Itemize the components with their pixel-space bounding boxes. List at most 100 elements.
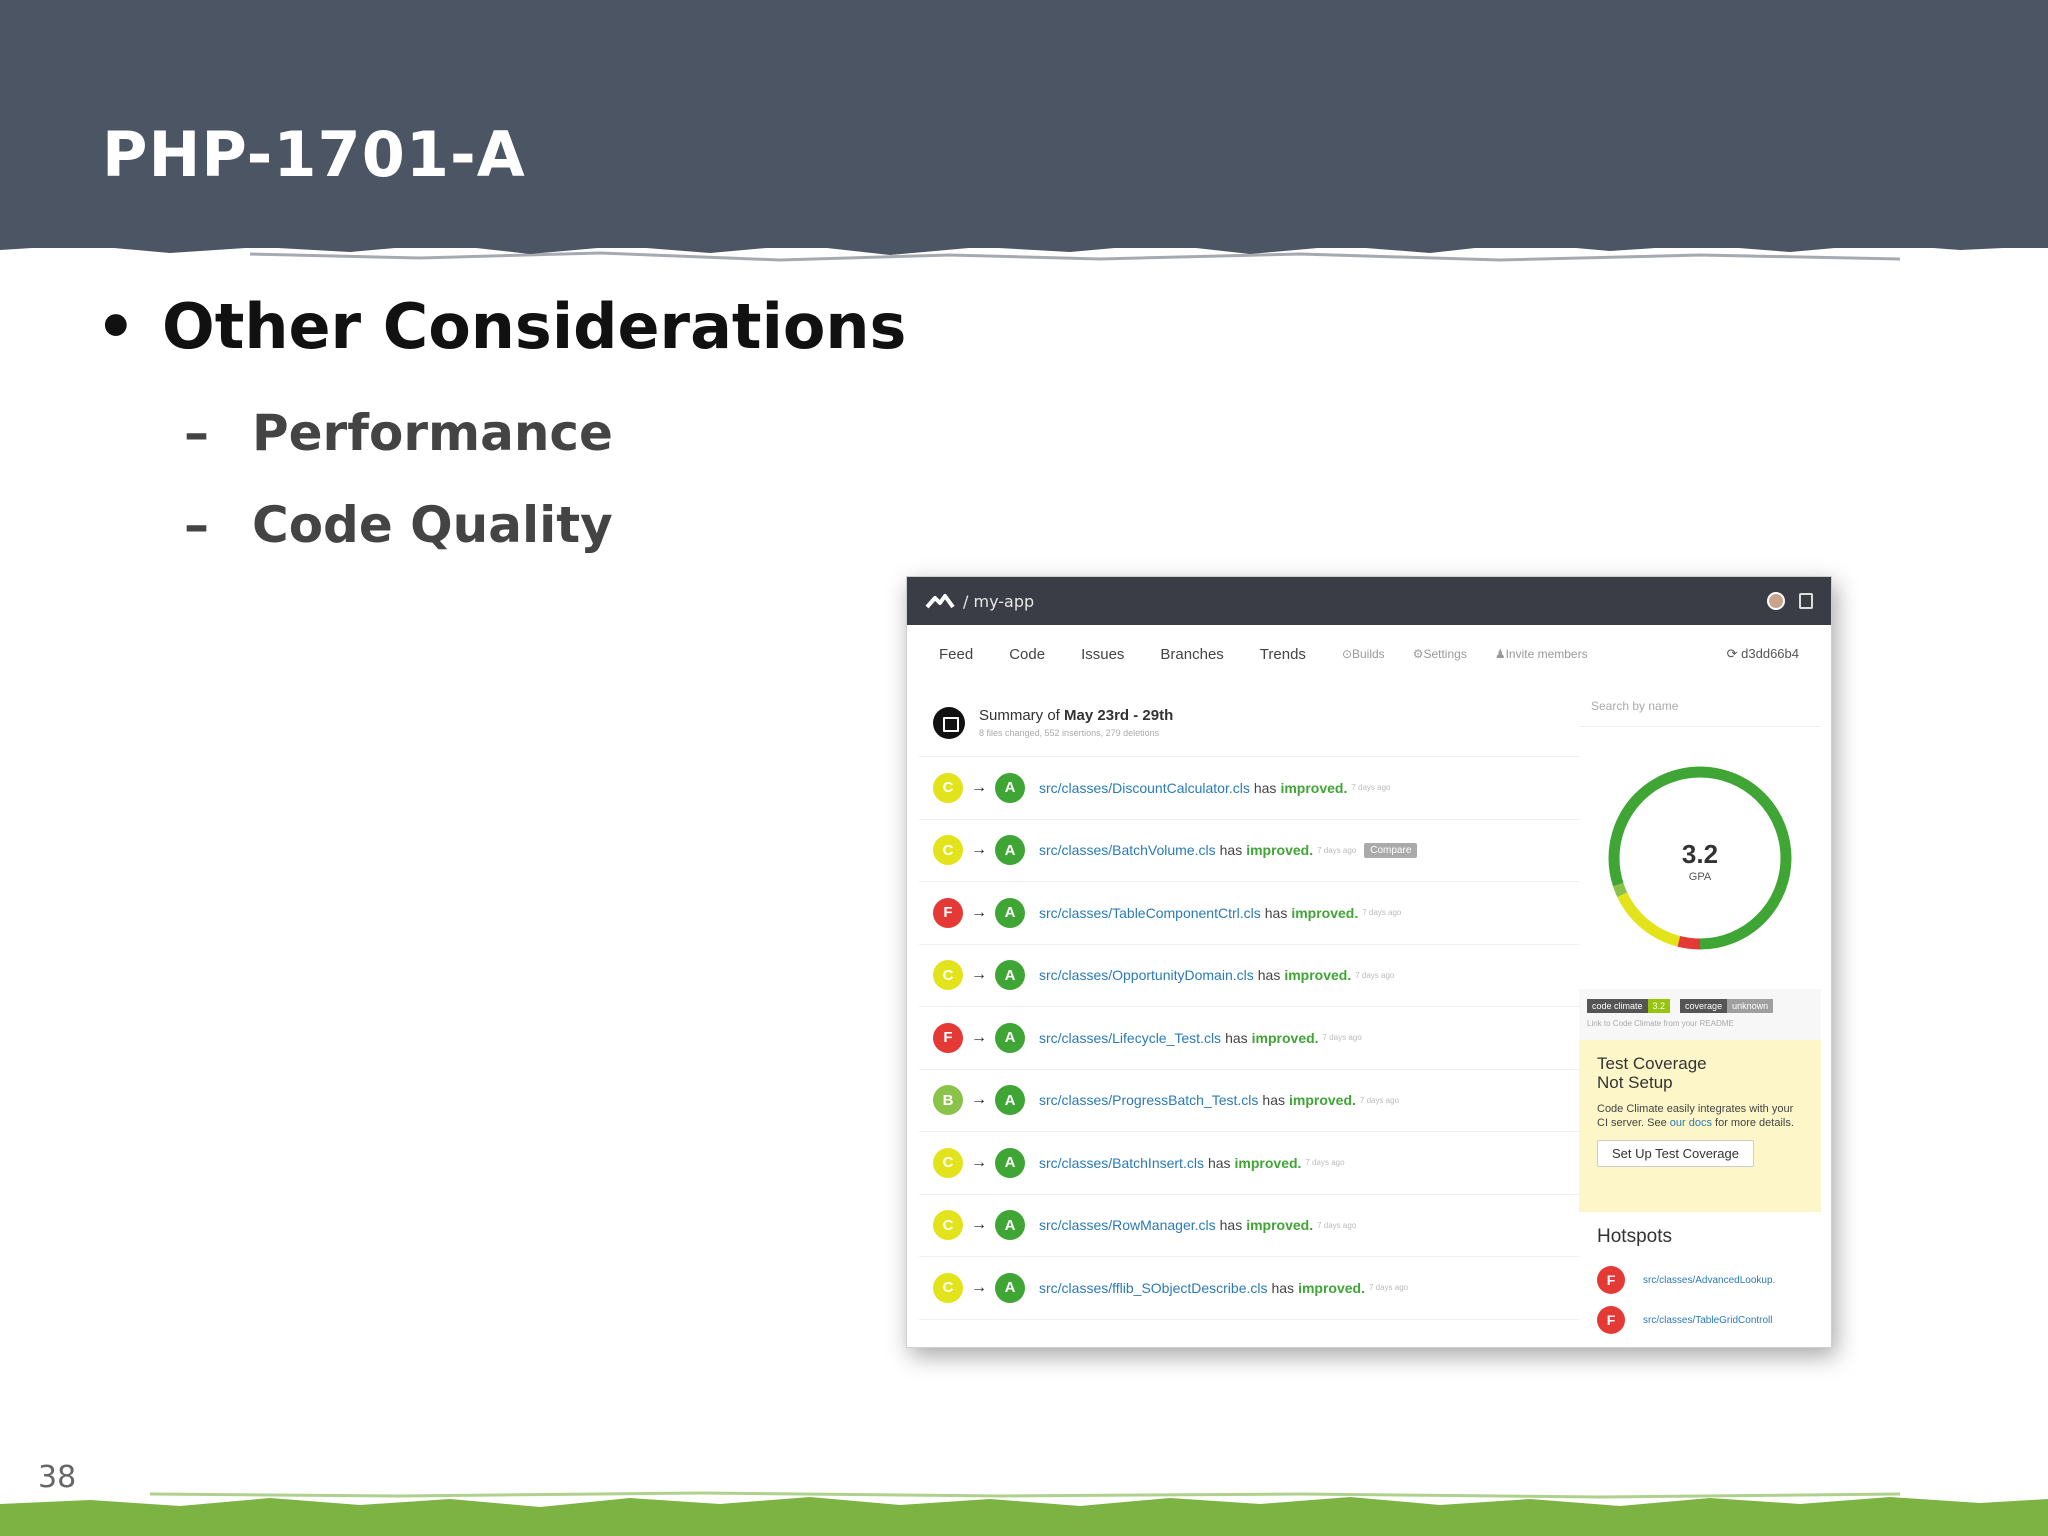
tab-branches[interactable]: Branches xyxy=(1160,646,1223,663)
hotspot-file-link[interactable]: src/classes/TableGridControll xyxy=(1643,1315,1773,1326)
grade-to-badge: A xyxy=(995,897,1025,928)
has-text: has xyxy=(1225,1029,1248,1046)
tab-builds[interactable]: ⊙Builds xyxy=(1342,647,1385,661)
commit-sha[interactable]: ⟳ d3dd66b4 xyxy=(1727,646,1799,662)
arrow-icon: → xyxy=(971,1091,987,1109)
file-link[interactable]: src/classes/DiscountCalculator.cls xyxy=(1039,780,1250,796)
tab-trends[interactable]: Trends xyxy=(1260,646,1306,663)
hotspot-row[interactable]: Fsrc/classes/TableGridControll xyxy=(1597,1306,1803,1334)
timestamp: 7 days ago xyxy=(1368,1283,1409,1293)
search-input[interactable]: Search by name xyxy=(1579,689,1821,727)
tab-feed[interactable]: Feed xyxy=(939,646,973,663)
arrow-icon: → xyxy=(971,903,987,921)
badges: code climate 3.2 coverage unknown xyxy=(1579,989,1821,1013)
feed-row[interactable]: C → Asrc/classes/BatchVolume.cls has improve… xyxy=(919,820,1579,882)
arrow-icon: → xyxy=(971,1028,987,1046)
bullet-other-considerations: • Other Considerations xyxy=(96,290,906,363)
setup-coverage-button[interactable]: Set Up Test Coverage xyxy=(1597,1140,1754,1167)
file-link[interactable]: src/classes/ProgressBatch_Test.cls xyxy=(1039,1092,1258,1108)
page-number: 38 xyxy=(38,1460,77,1495)
tab-issues[interactable]: Issues xyxy=(1081,646,1124,663)
file-link[interactable]: src/classes/BatchInsert.cls xyxy=(1039,1155,1204,1171)
grade-to-badge: A xyxy=(995,835,1025,866)
feed-row[interactable]: C → Asrc/classes/OpportunityDomain.cls has i… xyxy=(919,945,1579,1007)
file-link[interactable]: src/classes/fflib_SObjectDescribe.cls xyxy=(1039,1280,1267,1296)
status-text: improved. xyxy=(1291,904,1359,921)
subbullet-dash: – xyxy=(184,404,209,462)
feed-row[interactable]: B → Asrc/classes/ProgressBatch_Test.cls has… xyxy=(919,1070,1579,1132)
tab-settings[interactable]: ⚙Settings xyxy=(1413,647,1467,661)
has-text: has xyxy=(1219,842,1243,859)
coverage-description: Code Climate easily integrates with your… xyxy=(1597,1103,1794,1129)
hotspot-file-link[interactable]: src/classes/AdvancedLookup. xyxy=(1643,1275,1775,1286)
gpa-widget: 3.2 GPA xyxy=(1579,727,1821,989)
logout-icon[interactable] xyxy=(1799,593,1813,609)
test-coverage-panel: Test Coverage Not Setup Code Climate easi… xyxy=(1579,1040,1821,1212)
grade-to-badge: A xyxy=(995,1022,1025,1053)
feed-list: Summary of May 23rd - 29th 8 files chang… xyxy=(919,689,1579,1320)
feed-row[interactable]: F → Asrc/classes/Lifecycle_Test.cls has impr… xyxy=(919,1007,1579,1070)
grade-to-badge: A xyxy=(995,772,1025,803)
app-topbar: / my-app xyxy=(907,577,1831,625)
has-text: has xyxy=(1262,1092,1285,1109)
grade-from-badge: C xyxy=(933,1272,963,1303)
docs-link[interactable]: our docs xyxy=(1670,1117,1712,1129)
timestamp: 7 days ago xyxy=(1305,1158,1345,1168)
file-link[interactable]: src/classes/Lifecycle_Test.cls xyxy=(1039,1030,1221,1046)
timestamp: 7 days ago xyxy=(1351,783,1391,793)
file-link[interactable]: src/classes/RowManager.cls xyxy=(1039,1217,1216,1233)
grade-from-badge: F xyxy=(933,897,963,928)
timestamp: 7 days ago xyxy=(1317,845,1357,855)
arrow-icon: → xyxy=(971,1153,987,1171)
file-link[interactable]: src/classes/BatchVolume.cls xyxy=(1039,842,1216,858)
arrow-icon: → xyxy=(971,841,987,859)
grade-badge: F xyxy=(1597,1266,1625,1294)
subbullet-performance: – Performance xyxy=(184,404,613,462)
arrow-icon: → xyxy=(971,966,987,984)
arrow-icon: → xyxy=(971,1216,987,1234)
header-brush-edge xyxy=(0,226,2048,262)
grade-from-badge: C xyxy=(933,1210,963,1241)
code-climate-badge[interactable]: code climate 3.2 xyxy=(1587,999,1671,1013)
hotspots-panel: Hotspots Fsrc/classes/AdvancedLookup. Fsr… xyxy=(1579,1212,1821,1347)
app-nav: Feed Code Issues Branches Trends ⊙Builds… xyxy=(907,625,1831,683)
badge-readme-link[interactable]: Link to Code Climate from your README xyxy=(1579,1013,1821,1034)
grade-from-badge: C xyxy=(933,835,963,866)
has-text: has xyxy=(1219,1217,1243,1234)
coverage-badge[interactable]: coverage unknown xyxy=(1680,999,1774,1013)
timestamp: 7 days ago xyxy=(1322,1033,1362,1043)
file-link[interactable]: src/classes/OpportunityDomain.cls xyxy=(1039,967,1254,983)
file-link[interactable]: src/classes/TableComponentCtrl.cls xyxy=(1039,905,1261,921)
feed-row[interactable]: C → Asrc/classes/fflib_SObjectDescribe.cls… xyxy=(919,1257,1579,1320)
footer-brush-band xyxy=(0,1491,2048,1536)
subbullet-text: Performance xyxy=(252,404,613,462)
grade-to-badge: A xyxy=(995,1210,1025,1241)
feed-row[interactable]: C → Asrc/classes/BatchInsert.cls has improve… xyxy=(919,1132,1579,1195)
timestamp: 7 days ago xyxy=(1317,1220,1357,1230)
feed-row[interactable]: C → Asrc/classes/RowManager.cls has improved… xyxy=(919,1195,1579,1257)
user-avatar[interactable] xyxy=(1767,592,1785,610)
status-text: improved. xyxy=(1246,1217,1314,1234)
repo-name[interactable]: / my-app xyxy=(963,592,1034,611)
feed-row[interactable]: F → Asrc/classes/TableComponentCtrl.cls has… xyxy=(919,882,1579,945)
hotspot-row[interactable]: Fsrc/classes/AdvancedLookup. xyxy=(1597,1266,1803,1294)
grade-from-badge: B xyxy=(933,1085,963,1116)
grade-to-badge: A xyxy=(995,960,1025,991)
calendar-icon xyxy=(933,706,965,739)
timestamp: 7 days ago xyxy=(1355,970,1395,980)
bullet-dot: • xyxy=(96,290,136,363)
has-text: has xyxy=(1271,1279,1295,1296)
grade-from-badge: C xyxy=(933,1147,963,1178)
invite-members-link[interactable]: ♟Invite members xyxy=(1495,647,1588,661)
bullet-text: Other Considerations xyxy=(162,290,907,363)
has-text: has xyxy=(1207,1154,1231,1171)
subbullet-text: Code Quality xyxy=(252,496,613,554)
tab-code[interactable]: Code xyxy=(1009,646,1045,663)
grade-from-badge: F xyxy=(933,1022,963,1053)
feed-row[interactable]: C → Asrc/classes/DiscountCalculator.cls has… xyxy=(919,757,1579,820)
arrow-icon: → xyxy=(971,1278,987,1296)
compare-button[interactable]: Compare xyxy=(1364,842,1418,858)
status-text: improved. xyxy=(1251,1029,1319,1046)
coverage-title: Test Coverage Not Setup xyxy=(1597,1054,1707,1092)
timestamp: 7 days ago xyxy=(1359,1095,1400,1105)
